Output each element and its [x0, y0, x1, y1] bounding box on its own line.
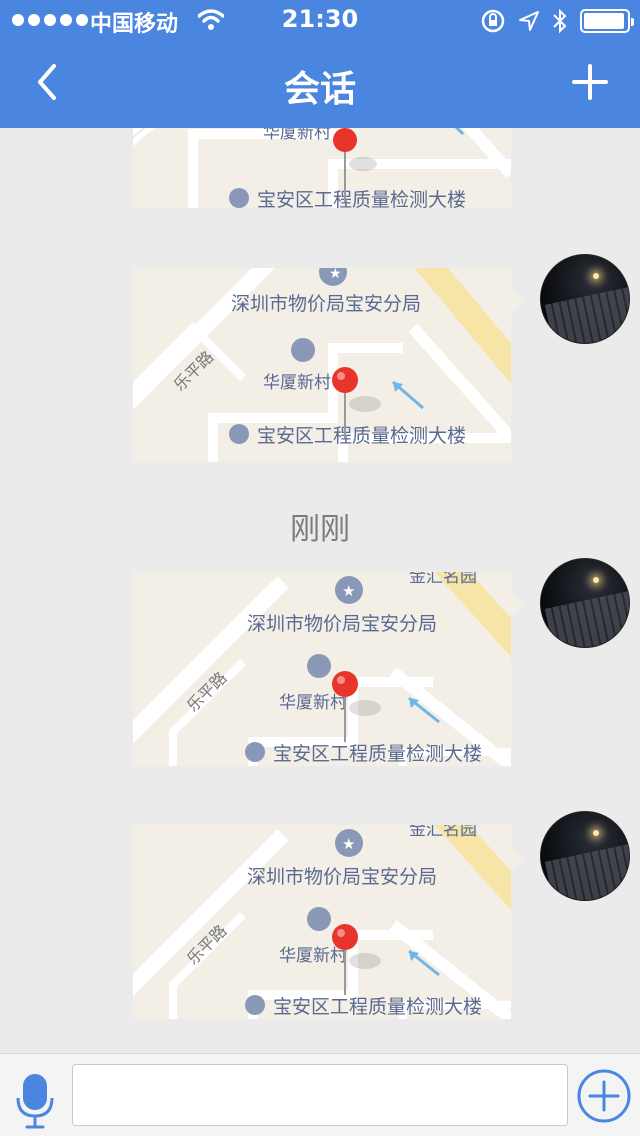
map-thumbnail: 金汇名园 ★ 深圳市物价局宝安分局 乐平路 华厦新村 宝安区工程质量检测大楼: [133, 825, 511, 1019]
battery-icon: [580, 9, 634, 33]
top-bar: 中国移动 21:30 会话: [0, 0, 640, 128]
svg-text:深圳市物价局宝安分局: 深圳市物价局宝安分局: [247, 866, 437, 888]
location-arrow-icon: [519, 11, 539, 31]
svg-text:宝安区工程质量检测大楼: 宝安区工程质量检测大楼: [257, 189, 466, 208]
svg-text:宝安区工程质量检测大楼: 宝安区工程质量检测大楼: [273, 996, 482, 1018]
conversation-list[interactable]: 宝安区工程质量检测大楼 华厦新村 ★ 深圳市物价局宝安分局 乐平路 华厦新村 宝…: [0, 128, 640, 1053]
svg-text:金汇名园: 金汇名园: [409, 825, 477, 840]
location-message[interactable]: ★ 深圳市物价局宝安分局 乐平路 华厦新村 宝安区工程质量检测大楼: [133, 268, 511, 462]
message-input-bar: [0, 1053, 640, 1136]
svg-text:华厦新村: 华厦新村: [263, 373, 331, 393]
svg-text:★: ★: [329, 268, 342, 282]
bluetooth-icon: [553, 8, 567, 34]
page-title: 会话: [283, 69, 356, 110]
map-thumbnail: 宝安区工程质量检测大楼 华厦新村: [133, 128, 511, 208]
svg-text:宝安区工程质量检测大楼: 宝安区工程质量检测大楼: [257, 425, 466, 447]
avatar[interactable]: [540, 811, 630, 901]
status-bar: 中国移动 21:30: [0, 0, 640, 40]
avatar[interactable]: [540, 558, 630, 648]
svg-text:金汇名园: 金汇名园: [409, 572, 477, 587]
add-button[interactable]: [570, 62, 610, 102]
avatar[interactable]: [540, 254, 630, 344]
microphone-icon[interactable]: [14, 1072, 56, 1130]
svg-text:华厦新村: 华厦新村: [263, 128, 331, 143]
svg-text:深圳市物价局宝安分局: 深圳市物价局宝安分局: [231, 293, 421, 315]
map-thumbnail: ★ 深圳市物价局宝安分局 乐平路 华厦新村 宝安区工程质量检测大楼: [133, 268, 511, 462]
location-message[interactable]: 宝安区工程质量检测大楼 华厦新村: [133, 128, 511, 208]
svg-text:宝安区工程质量检测大楼: 宝安区工程质量检测大楼: [273, 743, 482, 765]
location-message[interactable]: 金汇名园 ★ 深圳市物价局宝安分局 乐平路 华厦新村 宝安区工程质量检测大楼: [133, 572, 511, 766]
rotation-lock-icon: [481, 9, 505, 33]
plus-circle-icon[interactable]: [576, 1068, 632, 1124]
location-message[interactable]: 金汇名园 ★ 深圳市物价局宝安分局 乐平路 华厦新村 宝安区工程质量检测大楼: [133, 825, 511, 1019]
map-thumbnail: 金汇名园 ★ 深圳市物价局宝安分局 乐平路 华厦新村 宝安区工程质量检测大楼: [133, 572, 511, 766]
message-timestamp: 刚刚: [290, 512, 350, 547]
svg-text:华厦新村: 华厦新村: [279, 946, 347, 966]
svg-text:华厦新村: 华厦新村: [279, 693, 347, 713]
message-input[interactable]: [72, 1064, 568, 1126]
svg-text:深圳市物价局宝安分局: 深圳市物价局宝安分局: [247, 613, 437, 635]
svg-text:★: ★: [342, 835, 355, 853]
svg-text:★: ★: [342, 582, 355, 600]
